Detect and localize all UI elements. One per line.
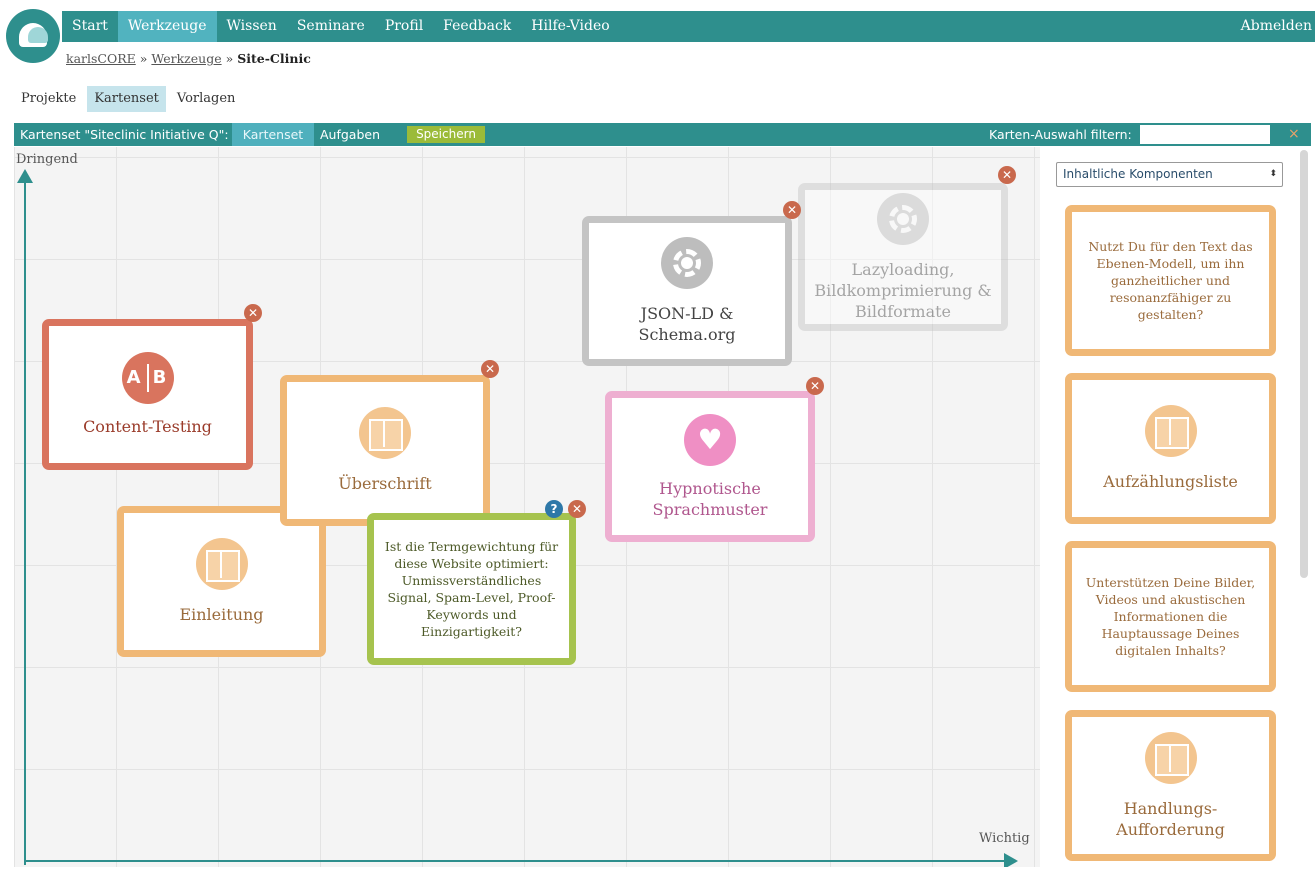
close-icon[interactable]: ✕ bbox=[998, 166, 1016, 184]
x-axis-arrow-icon bbox=[1004, 853, 1018, 867]
card-ueberschrift[interactable]: Überschrift bbox=[280, 375, 490, 526]
kartenset-toolbar: Kartenset "Siteclinic Initiative Q": Kar… bbox=[14, 123, 1311, 146]
breadcrumb-root-link[interactable]: karlsCORE bbox=[66, 51, 136, 66]
nav-start[interactable]: Start bbox=[62, 11, 118, 42]
card-question-text: Ist die Termgewichtung für diese Website… bbox=[384, 539, 559, 639]
close-icon[interactable]: ✕ bbox=[244, 304, 262, 322]
toolbar-tab-kartenset[interactable]: Kartenset bbox=[232, 123, 314, 146]
close-icon[interactable]: ✕ bbox=[481, 360, 499, 378]
heart-icon: ♥ bbox=[684, 413, 736, 466]
y-axis-line bbox=[24, 175, 26, 865]
sidebar-scrollbar[interactable] bbox=[1300, 150, 1308, 578]
card-title: JSON-LD & Schema.org bbox=[638, 304, 736, 344]
close-icon[interactable]: ✕ bbox=[568, 500, 586, 518]
card-hypnotische-sprachmuster[interactable]: ♥ Hypnotische Sprachmuster bbox=[605, 391, 815, 542]
ab-test-icon: AB bbox=[121, 352, 174, 404]
breadcrumb-section-link[interactable]: Werkzeuge bbox=[151, 51, 221, 66]
card-sidebar: Inhaltliche Komponenten ⬍ Nutzt Du für d… bbox=[1044, 147, 1315, 870]
card-einleitung[interactable]: Einleitung bbox=[117, 506, 326, 657]
category-select[interactable]: Inhaltliche Komponenten ⬍ bbox=[1056, 162, 1283, 187]
sidebar-card[interactable]: Unterstützen Deine Bilder, Videos und ak… bbox=[1065, 541, 1276, 692]
gear-icon bbox=[661, 237, 713, 289]
card-title: Einleitung bbox=[179, 605, 264, 624]
filter-label: Karten-Auswahl filtern: bbox=[989, 127, 1132, 142]
card-title: Handlungs-Aufforderung bbox=[1116, 798, 1225, 839]
nav-profil[interactable]: Profil bbox=[375, 11, 433, 42]
sidebar-card[interactable]: Nutzt Du für den Text das Ebenen-Modell,… bbox=[1065, 205, 1276, 356]
nav-hilfe-video[interactable]: Hilfe-Video bbox=[521, 11, 619, 42]
layout-icon bbox=[1144, 731, 1197, 784]
card-title: Content-Testing bbox=[83, 417, 212, 436]
logout-link[interactable]: Abmelden bbox=[1241, 11, 1312, 42]
tab-projekte[interactable]: Projekte bbox=[14, 86, 83, 112]
top-navigation: Start Werkzeuge Wissen Seminare Profil F… bbox=[62, 11, 1315, 42]
y-axis-arrow-icon bbox=[17, 169, 33, 183]
card-title: Lazyloading, Bildkomprimierung & Bildfor… bbox=[814, 259, 992, 321]
card-termgewichtung-question[interactable]: Ist die Termgewichtung für diese Website… bbox=[367, 513, 576, 665]
save-button[interactable]: Speichern bbox=[407, 126, 485, 143]
nav-feedback[interactable]: Feedback bbox=[433, 11, 521, 42]
tab-vorlagen[interactable]: Vorlagen bbox=[170, 86, 243, 112]
layout-icon bbox=[359, 407, 411, 459]
clear-filter-icon[interactable]: × bbox=[1288, 123, 1300, 146]
card-title: Überschrift bbox=[338, 474, 432, 493]
breadcrumb-separator: » bbox=[225, 51, 234, 66]
close-icon[interactable]: ✕ bbox=[783, 201, 801, 219]
tab-kartenset[interactable]: Kartenset bbox=[87, 86, 166, 112]
breadcrumb-separator: » bbox=[139, 51, 148, 66]
card-json-ld[interactable]: JSON-LD & Schema.org bbox=[582, 216, 792, 366]
x-axis-label: Wichtig bbox=[979, 831, 1030, 846]
sidebar-card[interactable]: Aufzählungsliste bbox=[1065, 373, 1276, 524]
y-axis-label: Dringend bbox=[16, 152, 78, 167]
x-axis-line bbox=[24, 860, 1014, 862]
card-board: Dringend Wichtig Lazyloading, Bildkompri… bbox=[14, 147, 1040, 867]
sidebar-card[interactable]: Handlungs-Aufforderung bbox=[1065, 710, 1276, 861]
breadcrumb-current: Site-Clinic bbox=[237, 51, 311, 66]
card-title: Hypnotische Sprachmuster bbox=[652, 478, 768, 519]
layout-icon bbox=[1144, 405, 1197, 457]
help-icon[interactable]: ? bbox=[545, 500, 563, 518]
card-title: Aufzählungsliste bbox=[1103, 472, 1238, 491]
close-icon[interactable]: ✕ bbox=[806, 377, 824, 395]
card-question-text: Unterstützen Deine Bilder, Videos und ak… bbox=[1085, 575, 1256, 658]
card-content-testing[interactable]: AB Content-Testing bbox=[42, 319, 253, 470]
kartenset-title: Kartenset "Siteclinic Initiative Q": bbox=[20, 127, 229, 142]
layout-icon bbox=[195, 538, 248, 590]
select-arrow-icon: ⬍ bbox=[1269, 169, 1277, 179]
nav-seminare[interactable]: Seminare bbox=[287, 11, 375, 42]
gear-icon bbox=[877, 192, 929, 245]
nav-werkzeuge[interactable]: Werkzeuge bbox=[117, 11, 217, 42]
card-filter-input[interactable] bbox=[1140, 125, 1270, 144]
nav-wissen[interactable]: Wissen bbox=[217, 11, 287, 42]
subtabs: Projekte Kartenset Vorlagen bbox=[14, 86, 242, 112]
app-logo[interactable] bbox=[6, 9, 60, 63]
category-select-value: Inhaltliche Komponenten bbox=[1063, 167, 1213, 181]
toolbar-tab-aufgaben[interactable]: Aufgaben bbox=[320, 123, 380, 146]
card-question-text: Nutzt Du für den Text das Ebenen-Modell,… bbox=[1088, 239, 1253, 322]
card-lazyloading[interactable]: Lazyloading, Bildkomprimierung & Bildfor… bbox=[798, 183, 1008, 331]
breadcrumb: karlsCORE » Werkzeuge » Site-Clinic bbox=[66, 51, 311, 66]
